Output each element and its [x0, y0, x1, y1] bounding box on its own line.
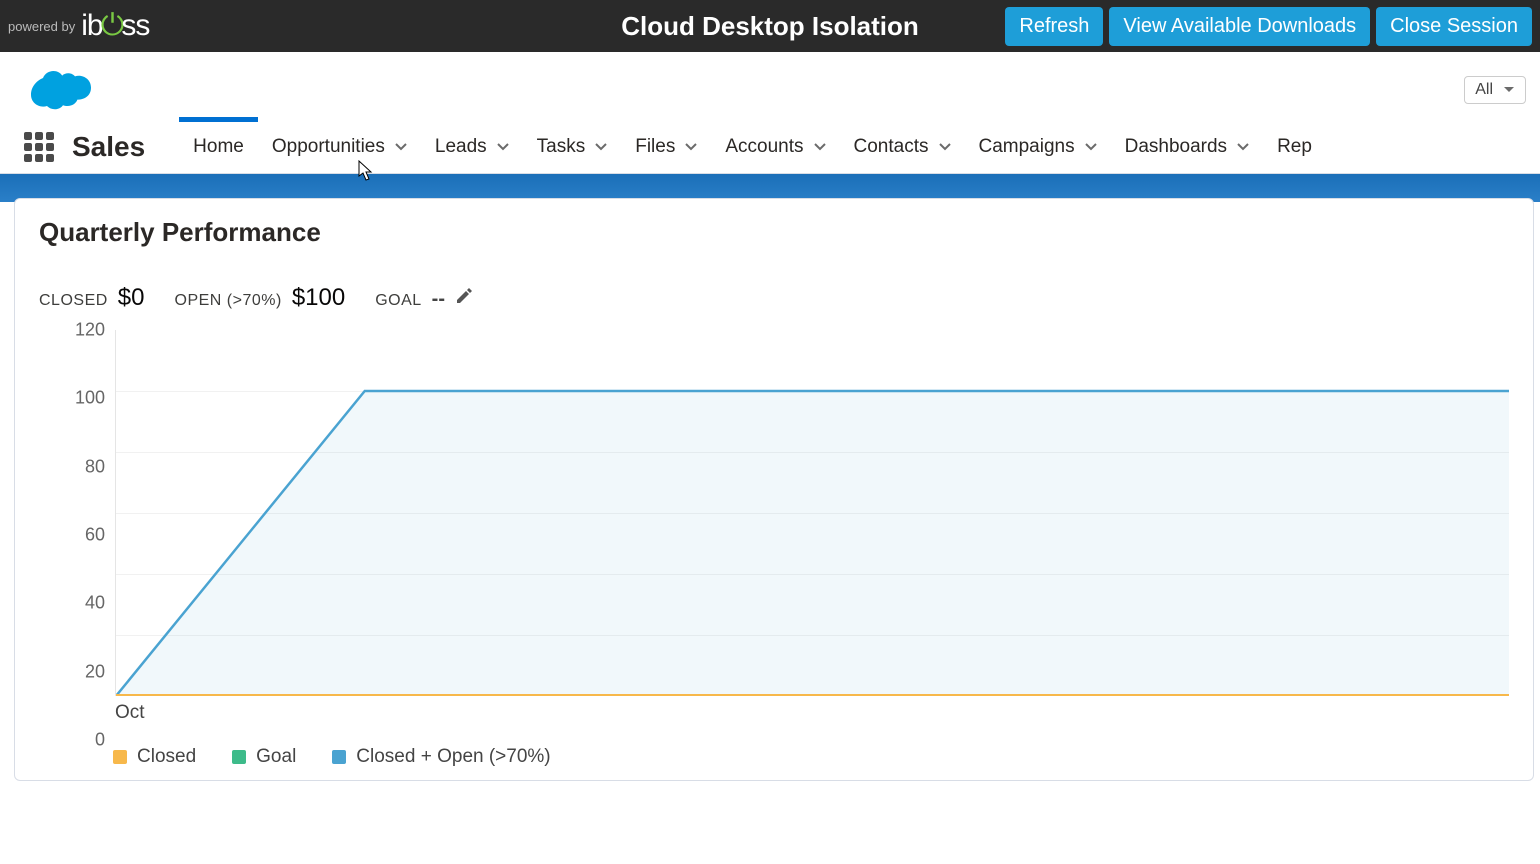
y-tick-100: 100 [49, 388, 105, 409]
salesforce-cloud-logo [18, 58, 100, 114]
chevron-down-icon[interactable] [497, 143, 509, 151]
iboss-button-group: Refresh View Available Downloads Close S… [1005, 7, 1532, 46]
legend-closed-open-label: Closed + Open (>70%) [356, 746, 550, 768]
y-tick-40: 40 [49, 593, 105, 614]
metric-open: OPEN (>70%) $100 [175, 284, 346, 312]
goal-value: -- [432, 288, 445, 311]
nav-tasks-label: Tasks [537, 136, 586, 158]
closed-label: CLOSED [39, 292, 108, 310]
iboss-title: Cloud Desktop Isolation [621, 11, 919, 42]
y-tick-20: 20 [49, 661, 105, 682]
goal-label: GOAL [375, 292, 421, 310]
performance-chart: 120 100 80 60 40 20 0 Oct [49, 330, 1509, 740]
nav-accounts-label: Accounts [725, 136, 803, 158]
nav-home[interactable]: Home [179, 120, 258, 173]
edit-icon[interactable] [455, 287, 473, 305]
iboss-toolbar: powered by ib⏻ss Cloud Desktop Isolation… [0, 0, 1540, 52]
y-tick-120: 120 [49, 320, 105, 341]
salesforce-header: All [0, 52, 1540, 120]
nav-contacts-label: Contacts [854, 136, 929, 158]
nav-tasks[interactable]: Tasks [523, 120, 622, 173]
x-tick-oct: Oct [115, 702, 145, 724]
nav-opportunities[interactable]: Opportunities [258, 120, 421, 173]
content-area: Quarterly Performance CLOSED $0 OPEN (>7… [0, 198, 1540, 781]
power-icon: ⏻ [101, 9, 124, 43]
nav-home-label: Home [193, 136, 244, 158]
open-value: $100 [292, 284, 345, 312]
legend-goal: Goal [232, 746, 296, 768]
app-name: Sales [72, 131, 145, 163]
iboss-logo: ib⏻ss [81, 9, 149, 43]
powered-by-label: powered by [8, 19, 75, 34]
nav-opportunities-label: Opportunities [272, 136, 385, 158]
salesforce-nav-bar: Sales Home Opportunities Leads Tasks Fil… [0, 120, 1540, 174]
chevron-down-icon[interactable] [685, 143, 697, 151]
closed-value: $0 [118, 284, 145, 312]
legend-closed-label: Closed [137, 746, 196, 768]
chart-plot-area [115, 330, 1509, 696]
nav-files[interactable]: Files [621, 120, 711, 173]
nav-dashboards-label: Dashboards [1125, 136, 1227, 158]
legend-swatch-closed-open [332, 750, 346, 764]
metrics-row: CLOSED $0 OPEN (>70%) $100 GOAL -- [39, 284, 1509, 312]
nav-dashboards[interactable]: Dashboards [1111, 120, 1263, 173]
y-tick-60: 60 [49, 525, 105, 546]
legend-swatch-goal [232, 750, 246, 764]
nav-contacts[interactable]: Contacts [840, 120, 965, 173]
nav-accounts[interactable]: Accounts [711, 120, 839, 173]
close-session-button[interactable]: Close Session [1376, 7, 1532, 46]
open-label: OPEN (>70%) [175, 292, 282, 310]
search-scope-label: All [1475, 81, 1493, 99]
nav-leads[interactable]: Leads [421, 120, 523, 173]
chart-area-svg [116, 330, 1509, 696]
nav-reports[interactable]: Rep [1263, 120, 1326, 173]
metric-goal: GOAL -- [375, 287, 473, 311]
card-title: Quarterly Performance [39, 217, 1509, 248]
y-tick-80: 80 [49, 456, 105, 477]
header-right-controls: All [1464, 76, 1526, 104]
chevron-down-icon [1503, 86, 1515, 94]
nav-leads-label: Leads [435, 136, 487, 158]
chevron-down-icon[interactable] [1237, 143, 1249, 151]
chevron-down-icon[interactable] [395, 143, 407, 151]
chevron-down-icon[interactable] [1085, 143, 1097, 151]
nav-items: Home Opportunities Leads Tasks Files Acc… [179, 120, 1326, 173]
refresh-button[interactable]: Refresh [1005, 7, 1103, 46]
chevron-down-icon[interactable] [595, 143, 607, 151]
chart-legend: Closed Goal Closed + Open (>70%) [39, 740, 1509, 770]
metric-closed: CLOSED $0 [39, 284, 145, 312]
search-scope-dropdown[interactable]: All [1464, 76, 1526, 104]
closed-baseline [116, 694, 1509, 696]
view-downloads-button[interactable]: View Available Downloads [1109, 7, 1370, 46]
quarterly-performance-card: Quarterly Performance CLOSED $0 OPEN (>7… [14, 198, 1534, 781]
chevron-down-icon[interactable] [939, 143, 951, 151]
app-launcher-icon[interactable] [24, 132, 54, 162]
nav-files-label: Files [635, 136, 675, 158]
nav-reports-label: Rep [1277, 136, 1312, 158]
y-tick-0: 0 [49, 730, 105, 751]
legend-swatch-closed [113, 750, 127, 764]
legend-goal-label: Goal [256, 746, 296, 768]
legend-closed-open: Closed + Open (>70%) [332, 746, 550, 768]
legend-closed: Closed [113, 746, 196, 768]
nav-campaigns-label: Campaigns [979, 136, 1075, 158]
nav-campaigns[interactable]: Campaigns [965, 120, 1111, 173]
chevron-down-icon[interactable] [814, 143, 826, 151]
